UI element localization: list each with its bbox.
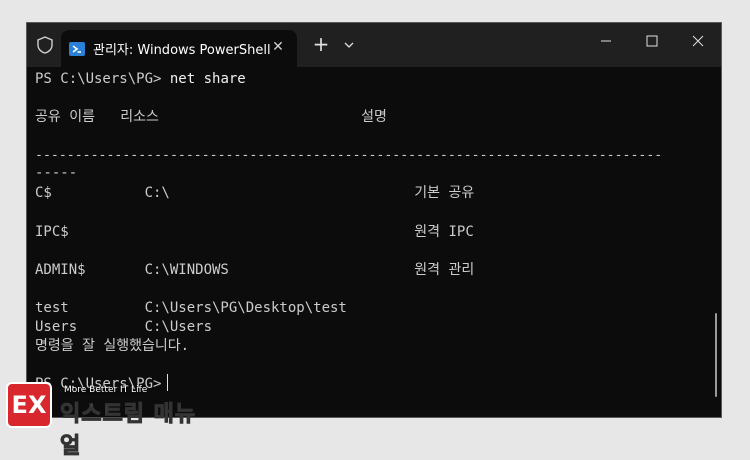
minimize-icon[interactable] bbox=[583, 23, 629, 59]
table-row: IPC$ 원격 IPC bbox=[35, 224, 474, 240]
table-row: test C:\Users\PG\Desktop\test bbox=[35, 300, 347, 316]
logo-tagline: More Better IT Life bbox=[64, 385, 148, 395]
logo-badge: EX bbox=[6, 382, 52, 428]
result-message: 명령을 잘 실행했습니다. bbox=[35, 338, 190, 354]
table-row: Users C:\Users bbox=[35, 319, 213, 335]
prompt: PS C:\Users\PG> bbox=[35, 71, 162, 87]
scrollbar[interactable] bbox=[715, 313, 717, 397]
separator-line: ----------------------------------------… bbox=[35, 148, 663, 163]
window-close-icon[interactable] bbox=[675, 23, 721, 59]
terminal-output[interactable]: PS C:\Users\PG> net share 공유 이름 리소스 설명 -… bbox=[35, 69, 705, 392]
logo-name: 익스트림 매뉴얼 bbox=[60, 402, 197, 460]
shield-icon bbox=[37, 36, 53, 54]
command-text: net share bbox=[169, 71, 246, 87]
tab-title: 관리자: Windows PowerShell bbox=[93, 43, 271, 58]
logo-mark: EX bbox=[11, 391, 47, 419]
table-row: C$ C:\ 기본 공유 bbox=[35, 185, 475, 201]
title-bar[interactable]: 관리자: Windows PowerShell ✕ + bbox=[27, 23, 721, 67]
table-row: ADMIN$ C:\WINDOWS 원격 관리 bbox=[35, 262, 475, 278]
tab-powershell[interactable]: 관리자: Windows PowerShell ✕ bbox=[61, 30, 297, 67]
table-header: 공유 이름 리소스 설명 bbox=[35, 109, 387, 125]
maximize-icon[interactable] bbox=[629, 23, 675, 59]
command-line: PS C:\Users\PG> net share bbox=[35, 69, 246, 89]
close-icon[interactable]: ✕ bbox=[269, 38, 287, 56]
terminal-window: 관리자: Windows PowerShell ✕ + PS C:\Users\… bbox=[26, 22, 722, 418]
watermark-logo: EX More Better IT Life 익스트림 매뉴얼 bbox=[2, 378, 204, 460]
chevron-down-icon[interactable] bbox=[341, 37, 357, 53]
separator-line-wrap: ----- bbox=[35, 165, 78, 181]
plus-icon[interactable]: + bbox=[311, 34, 331, 55]
powershell-icon bbox=[69, 42, 85, 56]
